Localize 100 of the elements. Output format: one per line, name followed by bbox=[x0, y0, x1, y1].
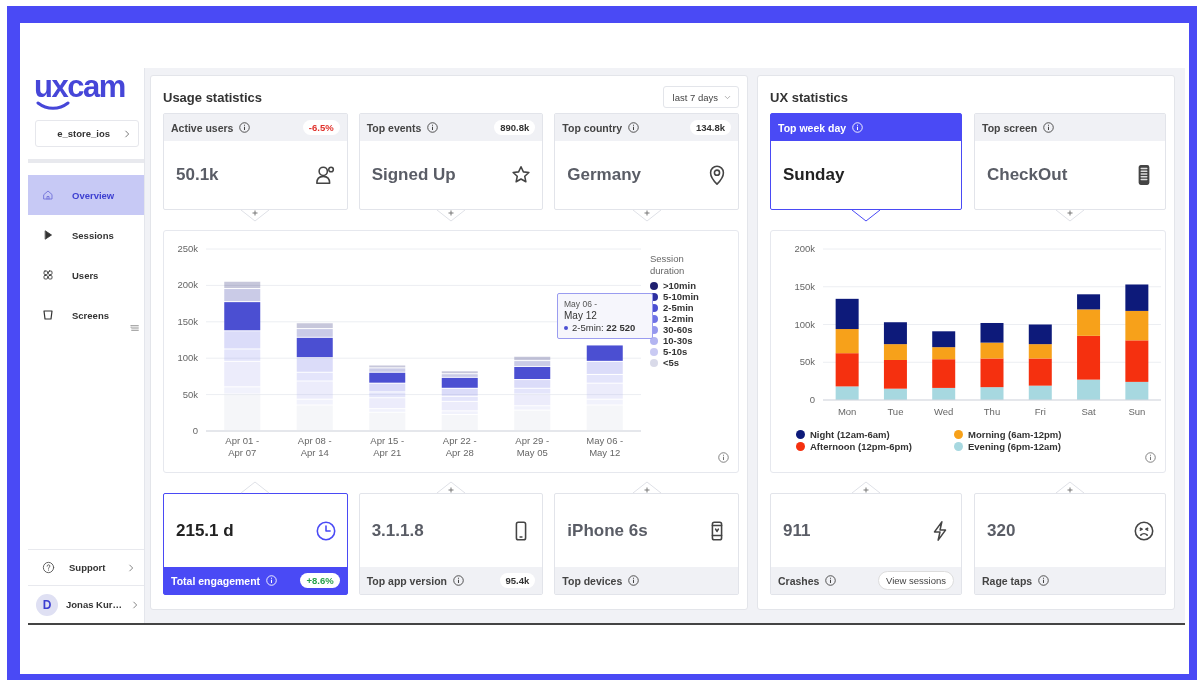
info-icon[interactable] bbox=[453, 575, 464, 586]
stat-card[interactable]: Top week day Sunday bbox=[770, 113, 962, 210]
stat-card[interactable]: 3.1.1.8 Top app version 95.4k bbox=[358, 493, 544, 595]
stat-value: 215.1 d bbox=[176, 520, 234, 541]
stat-value: 3.1.1.8 bbox=[371, 520, 424, 541]
users-icon bbox=[314, 164, 337, 186]
expand-notch[interactable] bbox=[1056, 481, 1084, 494]
stat-value: Signed Up bbox=[371, 165, 456, 185]
axis-label: 200k bbox=[177, 279, 198, 291]
axis-label: Apr 15 - Apr 21 bbox=[370, 435, 405, 458]
info-icon[interactable] bbox=[1145, 452, 1156, 463]
expand-notch[interactable] bbox=[1056, 209, 1084, 222]
card-label: Active users bbox=[171, 121, 234, 134]
legend-label: >10min bbox=[663, 280, 696, 291]
bin-icon bbox=[42, 309, 54, 321]
tooltip-value: 2-5min: 22 520 bbox=[572, 322, 636, 334]
legend-label: Morning (6am-12pm) bbox=[968, 429, 1062, 440]
pointer-notch bbox=[241, 481, 270, 494]
stat-card[interactable]: Top screen CheckOut bbox=[974, 113, 1166, 210]
info-icon[interactable] bbox=[628, 575, 640, 586]
expand-notch[interactable] bbox=[241, 209, 270, 222]
stat-value: iPhone 6s bbox=[567, 520, 648, 541]
expand-notch[interactable] bbox=[632, 481, 661, 494]
axis-label: Apr 01 - Apr 07 bbox=[225, 435, 260, 458]
tooltip-title: May 06 - bbox=[564, 298, 599, 310]
stat-card[interactable]: Top country 134.8k Germany bbox=[554, 113, 739, 210]
nav-item[interactable]: Screens bbox=[28, 295, 144, 335]
view-sessions-button[interactable]: View sessions bbox=[877, 571, 954, 590]
axis-label: Apr 08 - Apr 14 bbox=[297, 435, 332, 458]
axis-label: 150k bbox=[177, 315, 198, 327]
axis-label: Thu bbox=[983, 406, 1001, 417]
stat-value: 50.1k bbox=[176, 165, 219, 185]
panel-title: UX statistics bbox=[770, 89, 850, 105]
info-icon[interactable] bbox=[427, 122, 439, 133]
legend-label: Afternoon (12pm-6pm) bbox=[810, 441, 912, 452]
expand-notch[interactable] bbox=[632, 209, 661, 222]
info-icon[interactable] bbox=[1038, 575, 1050, 586]
user-menu[interactable]: D Jonas Kur… bbox=[28, 585, 144, 623]
expand-notch[interactable] bbox=[437, 209, 465, 222]
chevron-icon bbox=[130, 599, 140, 610]
help-icon bbox=[42, 561, 55, 574]
stat-card[interactable]: iPhone 6s Top devices bbox=[554, 493, 739, 595]
nav-item[interactable]: Sessions bbox=[28, 215, 144, 255]
info-icon[interactable] bbox=[239, 122, 251, 133]
panel-title: Usage statistics bbox=[163, 89, 263, 105]
card-label: Top screen bbox=[982, 121, 1038, 134]
stat-card[interactable]: 911 Crashes View sessions bbox=[770, 493, 962, 595]
legend-label: 5-10min bbox=[663, 291, 699, 302]
stat-value: Sunday bbox=[783, 165, 845, 185]
home-icon bbox=[42, 189, 54, 201]
play-icon bbox=[42, 229, 54, 241]
info-icon[interactable] bbox=[628, 122, 640, 133]
expand-notch[interactable] bbox=[437, 481, 465, 494]
axis-label: May 06 - May 12 bbox=[586, 435, 624, 458]
stat-badge: 890.8k bbox=[494, 120, 536, 135]
expand-notch[interactable] bbox=[852, 481, 880, 494]
stat-card[interactable]: 320 Rage taps bbox=[974, 493, 1166, 595]
axis-label: 50k bbox=[799, 356, 815, 368]
stat-badge: +8.6% bbox=[300, 573, 340, 588]
axis-label: 150k bbox=[794, 280, 815, 292]
chevron-icon bbox=[122, 128, 132, 139]
legend-label: 2-5min bbox=[663, 302, 694, 313]
stat-card[interactable]: Top events 890.8k Signed Up bbox=[358, 113, 544, 210]
period-dropdown[interactable]: last 7 days bbox=[662, 86, 739, 108]
card-label: Top app version bbox=[366, 574, 447, 587]
card-label: Total engagement bbox=[171, 574, 261, 587]
legend-label: <5s bbox=[663, 357, 680, 368]
legend-label: 10-30s bbox=[663, 335, 693, 346]
stat-card[interactable]: 215.1 d Total engagement +8.6% bbox=[163, 493, 348, 595]
grid-icon bbox=[42, 269, 54, 281]
axis-label: 50k bbox=[182, 388, 198, 400]
axis-label: 200k bbox=[794, 243, 815, 254]
info-icon[interactable] bbox=[825, 575, 837, 586]
stat-card[interactable]: Active users -6.5% 50.1k bbox=[163, 113, 348, 210]
axis-label: Mon bbox=[837, 406, 857, 417]
axis-label: Sun bbox=[1128, 406, 1146, 417]
legend-title: Session duration bbox=[650, 253, 686, 277]
logo[interactable]: uxcam bbox=[34, 73, 125, 110]
stat-badge: 95.4k bbox=[499, 573, 536, 588]
legend-label: Night (12am-6am) bbox=[810, 429, 890, 440]
legend-label: 5-10s bbox=[663, 346, 688, 357]
collapse-icon[interactable] bbox=[130, 323, 140, 333]
app-selector[interactable]: e_store_ios bbox=[35, 120, 139, 147]
card-label: Crashes bbox=[778, 574, 820, 587]
axis-label: 0 bbox=[809, 394, 815, 405]
nav-item[interactable]: Users bbox=[28, 255, 144, 295]
info-icon[interactable] bbox=[718, 452, 729, 463]
stat-value: 320 bbox=[987, 520, 1016, 541]
stat-value: CheckOut bbox=[987, 165, 1068, 185]
nav-item[interactable]: Overview bbox=[28, 175, 144, 215]
avatar: D bbox=[36, 593, 58, 616]
card-label: Top events bbox=[366, 121, 422, 134]
axis-label: Apr 22 - Apr 28 bbox=[442, 435, 477, 458]
card-label: Top devices bbox=[562, 574, 623, 587]
info-icon[interactable] bbox=[1043, 122, 1055, 133]
axis-label: Wed bbox=[934, 406, 954, 417]
axis-label: Apr 29 - May 05 bbox=[515, 435, 550, 458]
axis-label: 100k bbox=[177, 352, 198, 364]
clock-icon bbox=[314, 519, 337, 542]
support-link[interactable]: Support bbox=[28, 549, 144, 585]
